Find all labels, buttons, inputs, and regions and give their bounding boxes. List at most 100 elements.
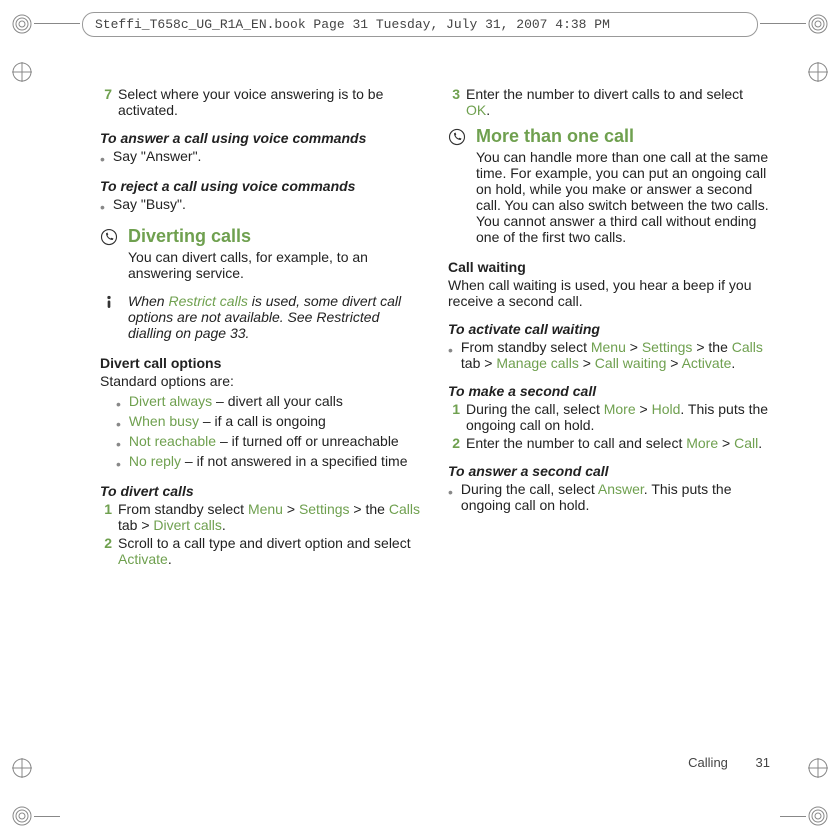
note-text: When Restrict calls is used, some divert… [128,293,422,341]
info-icon [100,293,120,314]
menu-label: Activate [682,355,732,371]
menu-label: Divert calls [153,517,221,533]
bullet-text: Say "Busy". [113,196,422,214]
step-text: Enter the number to call and select More… [466,435,770,451]
step-number: 2 [100,535,112,567]
menu-label: No reply [129,453,181,469]
menu-label: Call [734,435,758,451]
bullet-icon: • [448,339,453,371]
bullet-icon: • [448,481,453,513]
document-filename: Steffi_T658c_UG_R1A_EN.book Page 31 Tues… [95,17,610,32]
bullet-icon: • [116,393,121,411]
crop-mark [780,816,806,817]
step-item: 2 Scroll to a call type and divert optio… [100,535,422,567]
option-item: •Not reachable – if turned off or unreac… [116,433,422,451]
crosshair-icon [10,756,34,780]
menu-label: Not reachable [129,433,216,449]
menu-label: More [686,435,718,451]
menu-label: Manage calls [496,355,579,371]
menu-label: Menu [591,339,626,355]
bullet-icon: • [116,433,121,451]
bullet-icon: • [100,148,105,166]
sub-heading: To answer a call using voice commands [100,130,422,146]
step-item: 7 Select where your voice answering is t… [100,86,422,118]
menu-label: Restrict calls [168,293,247,309]
step-text: Select where your voice answering is to … [118,86,422,118]
crop-mark [60,23,80,24]
sub-heading: To make a second call [448,383,770,399]
crop-mark [780,23,806,24]
menu-label: Settings [299,501,350,517]
step-number: 1 [100,501,112,533]
crop-mark [760,23,780,24]
crop-mark [34,23,60,24]
bullet-icon: • [116,453,121,471]
bullet-text: From standby select Menu > Settings > th… [461,339,770,371]
section-body-text: You can handle more than one call at the… [476,149,770,245]
menu-label: Call waiting [595,355,667,371]
step-item: 1 From standby select Menu > Settings > … [100,501,422,533]
options-sub: Standard options are: [100,373,422,389]
section-title: Diverting calls [128,226,422,247]
section-intro: You can divert calls, for example, to an… [128,249,422,281]
options-heading: Divert call options [100,355,422,371]
registration-mark-icon [806,12,830,36]
option-item: •When busy – if a call is ongoing [116,413,422,431]
step-item: 3 Enter the number to divert calls to an… [448,86,770,118]
menu-label: Divert always [129,393,212,409]
sub-heading: To answer a second call [448,463,770,479]
registration-mark-icon [10,12,34,36]
bullet-icon: • [116,413,121,431]
footer-section: Calling [688,755,728,770]
menu-label: Settings [642,339,693,355]
sub-heading: Call waiting [448,259,770,275]
bullet-icon: • [100,196,105,214]
step-number: 7 [100,86,112,118]
bullet-text: During the call, select Answer. This put… [461,481,770,513]
menu-label: When busy [129,413,199,429]
bullet-item: • During the call, select Answer. This p… [448,481,770,513]
crosshair-icon [10,60,34,84]
menu-label: Activate [118,551,168,567]
bullet-item: • Say "Answer". [100,148,422,166]
step-item: 2 Enter the number to call and select Mo… [448,435,770,451]
menu-label: Answer [598,481,644,497]
bullet-item: • From standby select Menu > Settings > … [448,339,770,371]
option-item: •Divert always – divert all your calls [116,393,422,411]
step-text: During the call, select More > Hold. Thi… [466,401,770,433]
crosshair-icon [806,756,830,780]
section: More than one call You can handle more t… [448,126,770,245]
registration-mark-icon [806,804,830,828]
phone-icon [100,226,120,249]
page-content: 7 Select where your voice answering is t… [100,86,770,770]
menu-label: Menu [248,501,283,517]
bullet-text: Say "Answer". [113,148,422,166]
step-number: 1 [448,401,460,433]
section: Diverting calls You can divert calls, fo… [100,226,422,281]
right-column: 3 Enter the number to divert calls to an… [448,86,770,569]
step-text: Scroll to a call type and divert option … [118,535,422,567]
section-title: More than one call [476,126,770,147]
note: When Restrict calls is used, some divert… [100,293,422,341]
menu-label: OK [466,102,486,118]
crop-mark [34,816,60,817]
sub-heading: To divert calls [100,483,422,499]
phone-icon [448,126,468,149]
left-column: 7 Select where your voice answering is t… [100,86,422,569]
registration-mark-icon [10,804,34,828]
menu-label: Calls [732,339,763,355]
step-number: 3 [448,86,460,118]
menu-label: Hold [652,401,681,417]
step-item: 1 During the call, select More > Hold. T… [448,401,770,433]
option-item: •No reply – if not answered in a specifi… [116,453,422,471]
step-text: From standby select Menu > Settings > th… [118,501,422,533]
crosshair-icon [806,60,830,84]
body-text: When call waiting is used, you hear a be… [448,277,770,309]
step-text: Enter the number to divert calls to and … [466,86,770,118]
sub-heading: To reject a call using voice commands [100,178,422,194]
step-number: 2 [448,435,460,451]
bullet-item: • Say "Busy". [100,196,422,214]
page-footer: Calling 31 [688,755,770,770]
menu-label: Calls [389,501,420,517]
menu-label: More [604,401,636,417]
